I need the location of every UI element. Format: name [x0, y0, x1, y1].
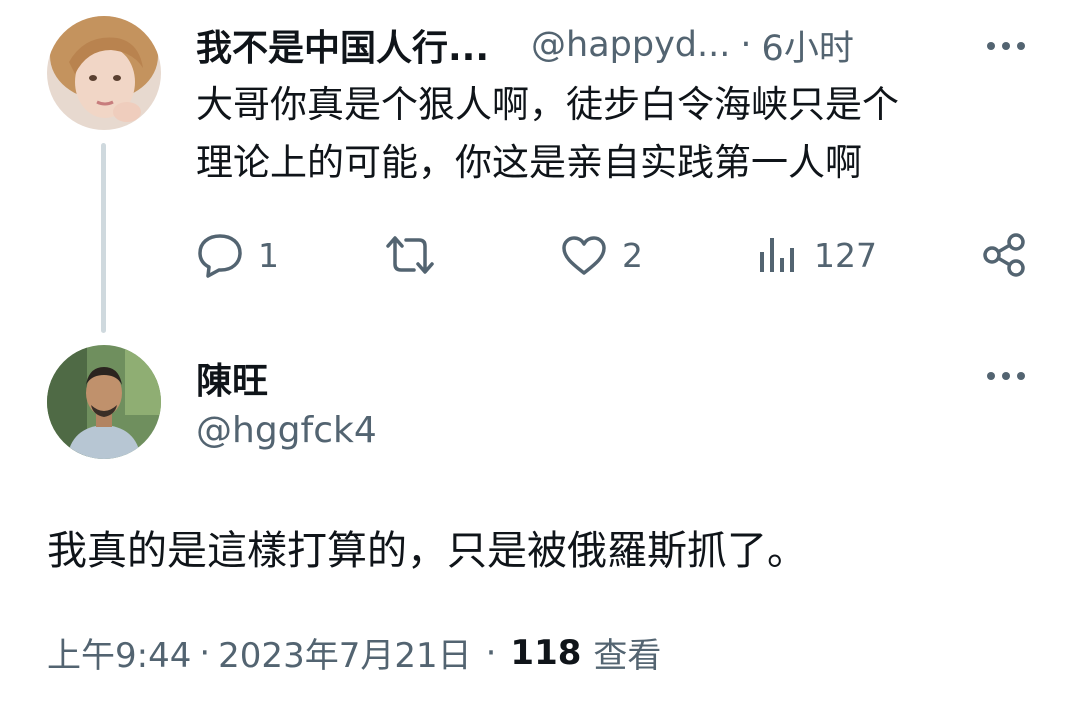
- main-handle[interactable]: @hggfck4: [196, 410, 377, 451]
- main-avatar[interactable]: [47, 345, 161, 459]
- like-button[interactable]: 2: [560, 234, 643, 276]
- views-icon: [756, 234, 800, 276]
- main-sep2: ·: [485, 632, 497, 673]
- main-views-label[interactable]: 查看: [593, 628, 661, 677]
- like-icon: [560, 234, 608, 276]
- main-time[interactable]: 上午9:44: [47, 628, 191, 677]
- share-icon: [980, 232, 1028, 278]
- reply-more-icon[interactable]: [982, 36, 1030, 56]
- main-meta: 上午9:44 · 2023年7月21日 · 118 查看: [47, 628, 661, 677]
- reply-avatar[interactable]: [47, 16, 161, 130]
- reply-display-name[interactable]: 我不是中国人行...: [196, 19, 489, 71]
- reply-text-line1: 大哥你真是个狠人啊，徒步白令海峡只是个: [196, 83, 899, 126]
- thread-line: [101, 143, 106, 333]
- views-count: 127: [814, 235, 877, 275]
- main-date[interactable]: 2023年7月21日: [218, 628, 471, 677]
- reply-separator: ·: [740, 25, 752, 65]
- main-text: 我真的是這樣打算的，只是被俄羅斯抓了。: [47, 528, 807, 574]
- views-button[interactable]: 127: [756, 234, 877, 276]
- retweet-button[interactable]: [384, 234, 450, 276]
- reply-button[interactable]: 1: [196, 232, 279, 278]
- reply-text: 大哥你真是个狠人啊，徒步白令海峡只是个 理论上的可能，你这是亲自实践第一人啊: [196, 76, 1036, 192]
- reply-icon: [196, 232, 244, 278]
- main-display-name[interactable]: 陳旺: [196, 352, 268, 404]
- main-views-count[interactable]: 118: [510, 633, 581, 673]
- reply-text-line2: 理论上的可能，你这是亲自实践第一人啊: [196, 141, 862, 184]
- reply-time[interactable]: 6小时: [762, 20, 854, 71]
- main-more-icon[interactable]: [982, 366, 1030, 386]
- share-button[interactable]: [980, 232, 1028, 278]
- reply-handle[interactable]: @happyd...: [531, 25, 730, 65]
- like-count: 2: [622, 235, 643, 275]
- main-sep1: ·: [199, 632, 211, 673]
- reply-header: 我不是中国人行... @happyd... · 6小时: [196, 19, 854, 71]
- retweet-icon: [384, 234, 436, 276]
- reply-count: 1: [258, 235, 279, 275]
